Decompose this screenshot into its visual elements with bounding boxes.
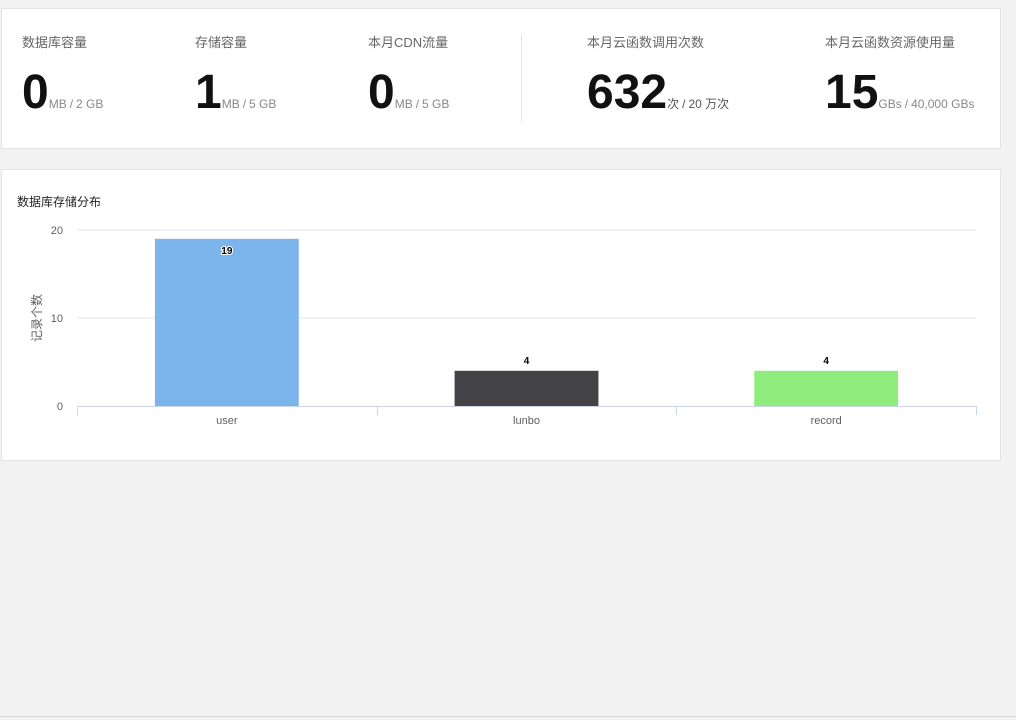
- stat-label: 本月云函数调用次数: [587, 35, 705, 50]
- stat-number: 632: [587, 66, 668, 119]
- bar-lunbo: [454, 370, 599, 406]
- stat-unit: GBs: [878, 97, 902, 111]
- stat-unit: MB: [221, 97, 240, 111]
- x-tick-label: user: [216, 415, 238, 427]
- db-storage-chart-card: 数据库存储分布 0 10 20 记录个数 19 user 4 lunbo 4 record: [1, 169, 1001, 461]
- stat-function-resource: 本月云函数资源使用量 15GBs/40,000 GBs: [825, 35, 975, 119]
- y-tick-label: 20: [51, 225, 63, 237]
- stat-unit: MB: [394, 97, 413, 111]
- bar-record: [754, 370, 899, 406]
- stat-number: 0: [22, 66, 49, 119]
- stat-limit: 20 万次: [688, 97, 730, 111]
- stat-limit: 5 GB: [249, 97, 277, 111]
- y-tick-label: 10: [51, 313, 63, 325]
- stat-cdn-traffic: 本月CDN流量 0MB/5 GB: [368, 35, 450, 119]
- stat-db-capacity: 数据库容量 0MB/2 GB: [22, 35, 104, 119]
- stat-limit: 40,000 GBs: [911, 97, 975, 111]
- stat-label: 本月云函数资源使用量: [825, 35, 956, 50]
- stats-divider: [521, 34, 522, 123]
- stat-storage-capacity: 存储容量 1MB/5 GB: [195, 35, 277, 119]
- x-tick-label: lunbo: [513, 415, 540, 427]
- stat-label: 本月CDN流量: [368, 35, 449, 50]
- stat-unit: MB: [48, 97, 67, 111]
- stat-label: 数据库容量: [22, 35, 88, 50]
- stat-function-calls: 本月云函数调用次数 632次/20 万次: [587, 35, 730, 119]
- y-axis-title: 记录个数: [29, 294, 44, 342]
- y-tick-label: 0: [57, 401, 63, 413]
- usage-stats-card: 数据库容量 0MB/2 GB 存储容量 1MB/5 GB 本月CDN流量 0MB…: [1, 8, 1001, 149]
- stat-limit: 5 GB: [422, 97, 450, 111]
- stat-label: 存储容量: [195, 35, 248, 50]
- stat-limit: 2 GB: [76, 97, 104, 111]
- data-label: 4: [823, 356, 829, 367]
- page-bottom-border: [0, 716, 1016, 717]
- stat-number: 15: [825, 66, 879, 119]
- stat-number: 1: [195, 66, 222, 119]
- x-tick-label: record: [811, 415, 842, 427]
- bar-user: [154, 238, 299, 406]
- stat-unit: 次: [667, 97, 680, 111]
- stat-number: 0: [368, 66, 395, 119]
- data-label: 4: [524, 356, 530, 367]
- bar-chart: 0 10 20 记录个数 19 user 4 lunbo 4 record: [29, 225, 977, 427]
- data-label: 19: [221, 246, 233, 257]
